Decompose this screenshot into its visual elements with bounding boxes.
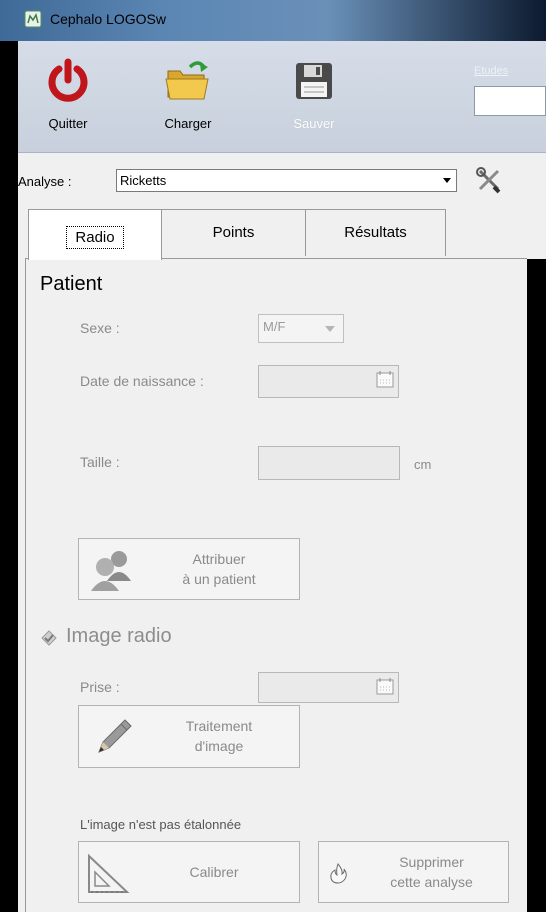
assign-patient-button[interactable]: Attribuer à un patient — [78, 538, 300, 600]
window-title: Cephalo LOGOSw — [50, 11, 166, 27]
pencil-icon — [98, 719, 132, 753]
users-icon — [91, 551, 131, 591]
main-panel: Analyse : Ricketts Radio Points Résultat… — [18, 153, 546, 912]
assign-line2: à un patient — [182, 571, 256, 587]
height-field[interactable] — [258, 446, 400, 480]
load-button[interactable]: Charger — [148, 57, 228, 145]
tab-content-radio: Patient Sexe : M/F Date de naissance : T… — [25, 258, 527, 912]
sex-label: Sexe : — [80, 320, 120, 336]
height-label: Taille : — [80, 454, 120, 470]
calibrate-button[interactable]: Calibrer — [78, 841, 300, 903]
birth-date-picker[interactable] — [258, 365, 399, 398]
fire-icon — [330, 863, 347, 884]
checked-shield-icon — [41, 630, 57, 646]
calibration-status: L'image n'est pas étalonnée — [80, 817, 242, 832]
image-section-title: Image radio — [66, 625, 172, 647]
analysis-label: Analyse : — [18, 174, 72, 189]
processing-line1: Traitement — [185, 718, 253, 734]
calendar-icon — [376, 678, 394, 695]
sex-value: M/F — [263, 319, 286, 334]
taken-date-label: Prise : — [80, 679, 120, 695]
toolbar: Quitter Charger Sauver Etudes — [18, 41, 546, 153]
processing-line2: d'image — [194, 738, 244, 754]
assign-line1: Attribuer — [192, 551, 246, 567]
analysis-selected-value: Ricketts — [120, 173, 167, 188]
save-label: Sauver — [293, 116, 335, 131]
app-icon — [24, 10, 42, 28]
quit-label: Quitter — [48, 116, 88, 131]
power-icon — [48, 58, 88, 102]
tab-points-label: Points — [212, 224, 255, 241]
floppy-disk-icon — [296, 63, 332, 99]
save-button[interactable]: Sauver — [274, 57, 354, 145]
delete-line2: cette analyse — [390, 874, 473, 890]
calendar-icon — [376, 371, 394, 388]
delete-analysis-button[interactable]: Supprimer cette analyse — [318, 841, 509, 903]
image-processing-button[interactable]: Traitement d'image — [78, 705, 300, 768]
taken-date-picker[interactable] — [258, 672, 399, 703]
load-label: Charger — [164, 116, 212, 131]
title-bar: Cephalo LOGOSw — [0, 0, 546, 41]
birth-date-label: Date de naissance : — [80, 373, 204, 389]
tools-icon[interactable] — [475, 166, 503, 194]
tab-radio-label: Radio — [66, 226, 124, 249]
delete-line1: Supprimer — [399, 854, 464, 870]
dropdown-arrow-icon — [325, 326, 335, 332]
tab-points[interactable]: Points — [161, 209, 306, 256]
studies-field[interactable] — [474, 86, 546, 116]
sex-select[interactable]: M/F — [258, 314, 344, 343]
quit-button[interactable]: Quitter — [28, 57, 108, 145]
panel-edge — [527, 259, 546, 912]
height-unit: cm — [414, 457, 432, 472]
tab-results[interactable]: Résultats — [305, 209, 446, 256]
folder-open-icon — [165, 61, 209, 100]
tab-results-label: Résultats — [344, 224, 407, 241]
dropdown-arrow-icon — [443, 178, 451, 183]
set-square-icon — [88, 853, 130, 893]
analysis-select[interactable]: Ricketts — [116, 169, 457, 192]
studies-label: Etudes — [474, 65, 509, 77]
patient-section-title: Patient — [40, 273, 103, 295]
calibrate-label: Calibrer — [189, 864, 239, 880]
tab-radio[interactable]: Radio — [28, 209, 162, 260]
